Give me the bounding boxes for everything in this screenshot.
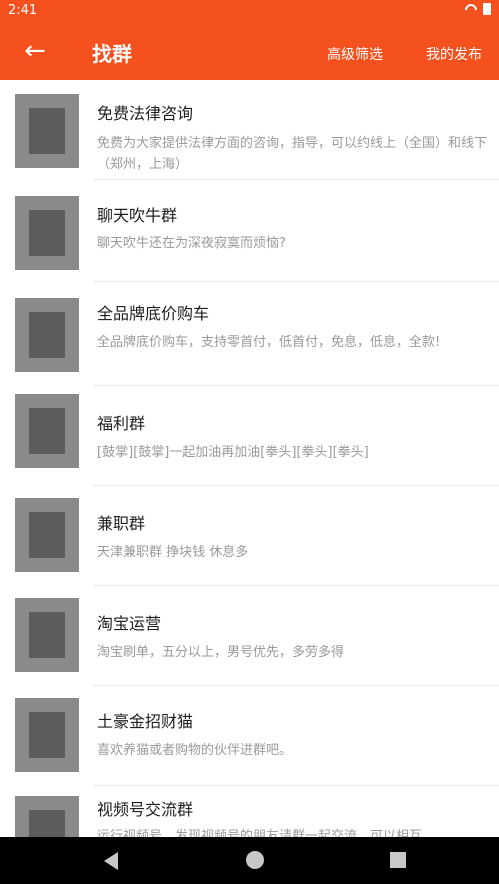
status-icons bbox=[465, 3, 491, 15]
group-list: 免费法律咨询 免费为大家提供法律方面的咨询，指导，可以约线上（全国）和线下（郑州… bbox=[0, 80, 499, 837]
list-item[interactable]: 土豪金招财猫 喜欢养猫或者购物的伙伴进群吧。 bbox=[0, 686, 499, 786]
my-publish-button[interactable]: 我的发布 bbox=[426, 44, 482, 64]
list-item[interactable]: 全品牌底价购车 全品牌底价购车，支持零首付，低首付，免息，低息，全款! bbox=[0, 282, 499, 386]
battery-icon bbox=[483, 3, 491, 15]
group-avatar bbox=[15, 498, 79, 572]
group-description: [鼓掌][鼓掌]一起加油再加油[拳头][拳头][拳头] bbox=[97, 445, 369, 460]
list-item[interactable]: 福利群 [鼓掌][鼓掌]一起加油再加油[拳头][拳头][拳头] bbox=[0, 386, 499, 486]
group-description: 运行视频号，发现视频号的朋友请群一起交流，可以相互 bbox=[97, 829, 423, 837]
group-title: 兼职群 bbox=[97, 514, 146, 533]
group-title: 聊天吹牛群 bbox=[97, 206, 178, 225]
group-description: 免费为大家提供法律方面的咨询，指导，可以约线上（全国）和线下（郑州，上海） bbox=[97, 136, 488, 172]
wifi-icon bbox=[465, 4, 477, 14]
arrow-left-icon: ← bbox=[24, 36, 46, 66]
group-avatar bbox=[15, 698, 79, 772]
group-description: 天津兼职群 挣块钱 休息多 bbox=[97, 545, 249, 560]
status-time: 2:41 bbox=[8, 3, 38, 18]
group-avatar bbox=[15, 796, 79, 837]
group-title: 土豪金招财猫 bbox=[97, 712, 194, 731]
triangle-back-icon[interactable] bbox=[104, 852, 118, 870]
group-avatar bbox=[15, 298, 79, 372]
navigation-bar bbox=[0, 837, 499, 884]
group-title: 视频号交流群 bbox=[97, 800, 194, 819]
group-title: 免费法律咨询 bbox=[97, 104, 194, 123]
page-title: 找群 bbox=[92, 42, 132, 66]
group-title: 全品牌底价购车 bbox=[97, 304, 210, 323]
group-description: 淘宝刷单，五分以上，男号优先，多劳多得 bbox=[97, 645, 345, 660]
list-item[interactable]: 兼职群 天津兼职群 挣块钱 休息多 bbox=[0, 486, 499, 586]
group-description: 聊天吹牛还在为深夜寂寞而烦恼? bbox=[97, 236, 286, 251]
group-title: 福利群 bbox=[97, 414, 146, 433]
group-avatar bbox=[15, 196, 79, 270]
status-bar: 2:41 bbox=[0, 0, 499, 22]
group-description: 全品牌底价购车，支持零首付，低首付，免息，低息，全款! bbox=[97, 335, 441, 350]
advanced-filter-button[interactable]: 高级筛选 bbox=[327, 44, 383, 64]
back-button[interactable]: ← bbox=[20, 36, 50, 66]
group-avatar bbox=[15, 94, 79, 168]
list-item[interactable]: 淘宝运营 淘宝刷单，五分以上，男号优先，多劳多得 bbox=[0, 586, 499, 686]
group-avatar bbox=[15, 394, 79, 468]
group-title: 淘宝运营 bbox=[97, 614, 162, 633]
square-recents-icon[interactable] bbox=[390, 852, 406, 868]
circle-home-icon[interactable] bbox=[246, 851, 264, 869]
group-avatar bbox=[15, 598, 79, 672]
group-description: 喜欢养猫或者购物的伙伴进群吧。 bbox=[97, 743, 293, 758]
list-item[interactable]: 视频号交流群 运行视频号，发现视频号的朋友请群一起交流，可以相互 bbox=[0, 786, 499, 837]
app-bar: ← 找群 高级筛选 我的发布 bbox=[0, 22, 499, 80]
list-item[interactable]: 聊天吹牛群 聊天吹牛还在为深夜寂寞而烦恼? bbox=[0, 180, 499, 282]
list-item[interactable]: 免费法律咨询 免费为大家提供法律方面的咨询，指导，可以约线上（全国）和线下（郑州… bbox=[0, 80, 499, 180]
